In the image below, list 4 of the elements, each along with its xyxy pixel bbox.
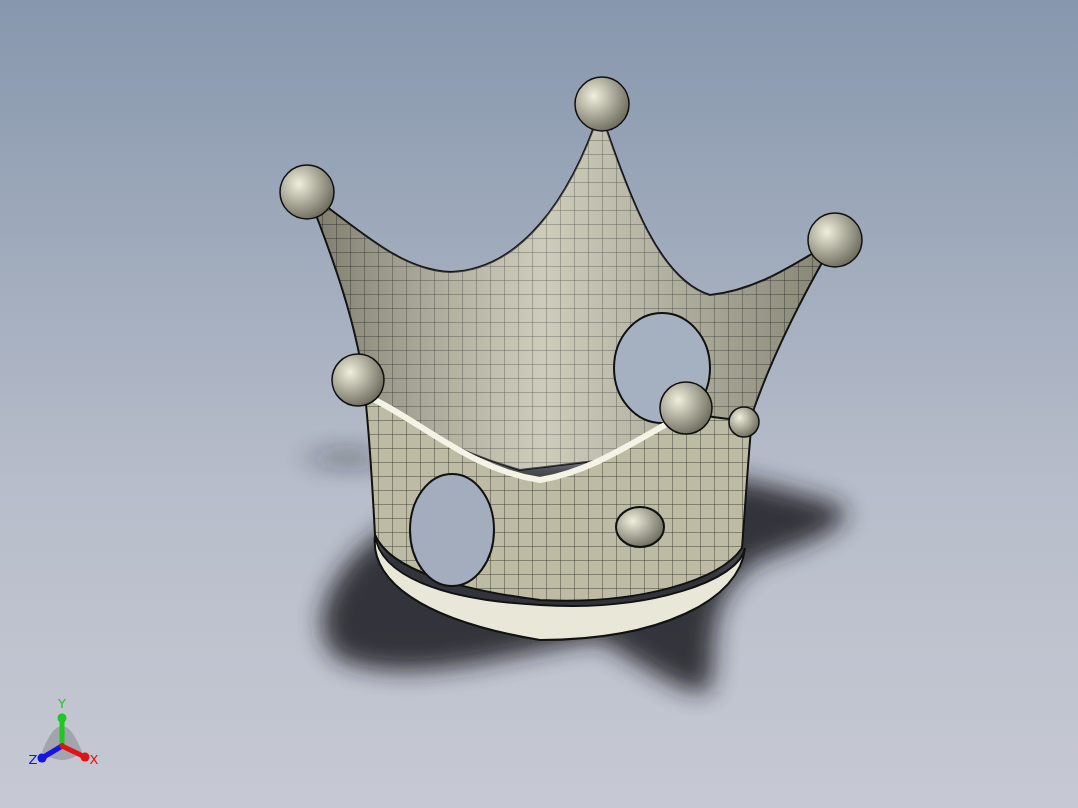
axis-label: X — [89, 752, 99, 767]
axis-label: Z — [28, 752, 38, 767]
triad-base-icon — [42, 726, 82, 760]
axis-label: Y — [58, 696, 66, 711]
